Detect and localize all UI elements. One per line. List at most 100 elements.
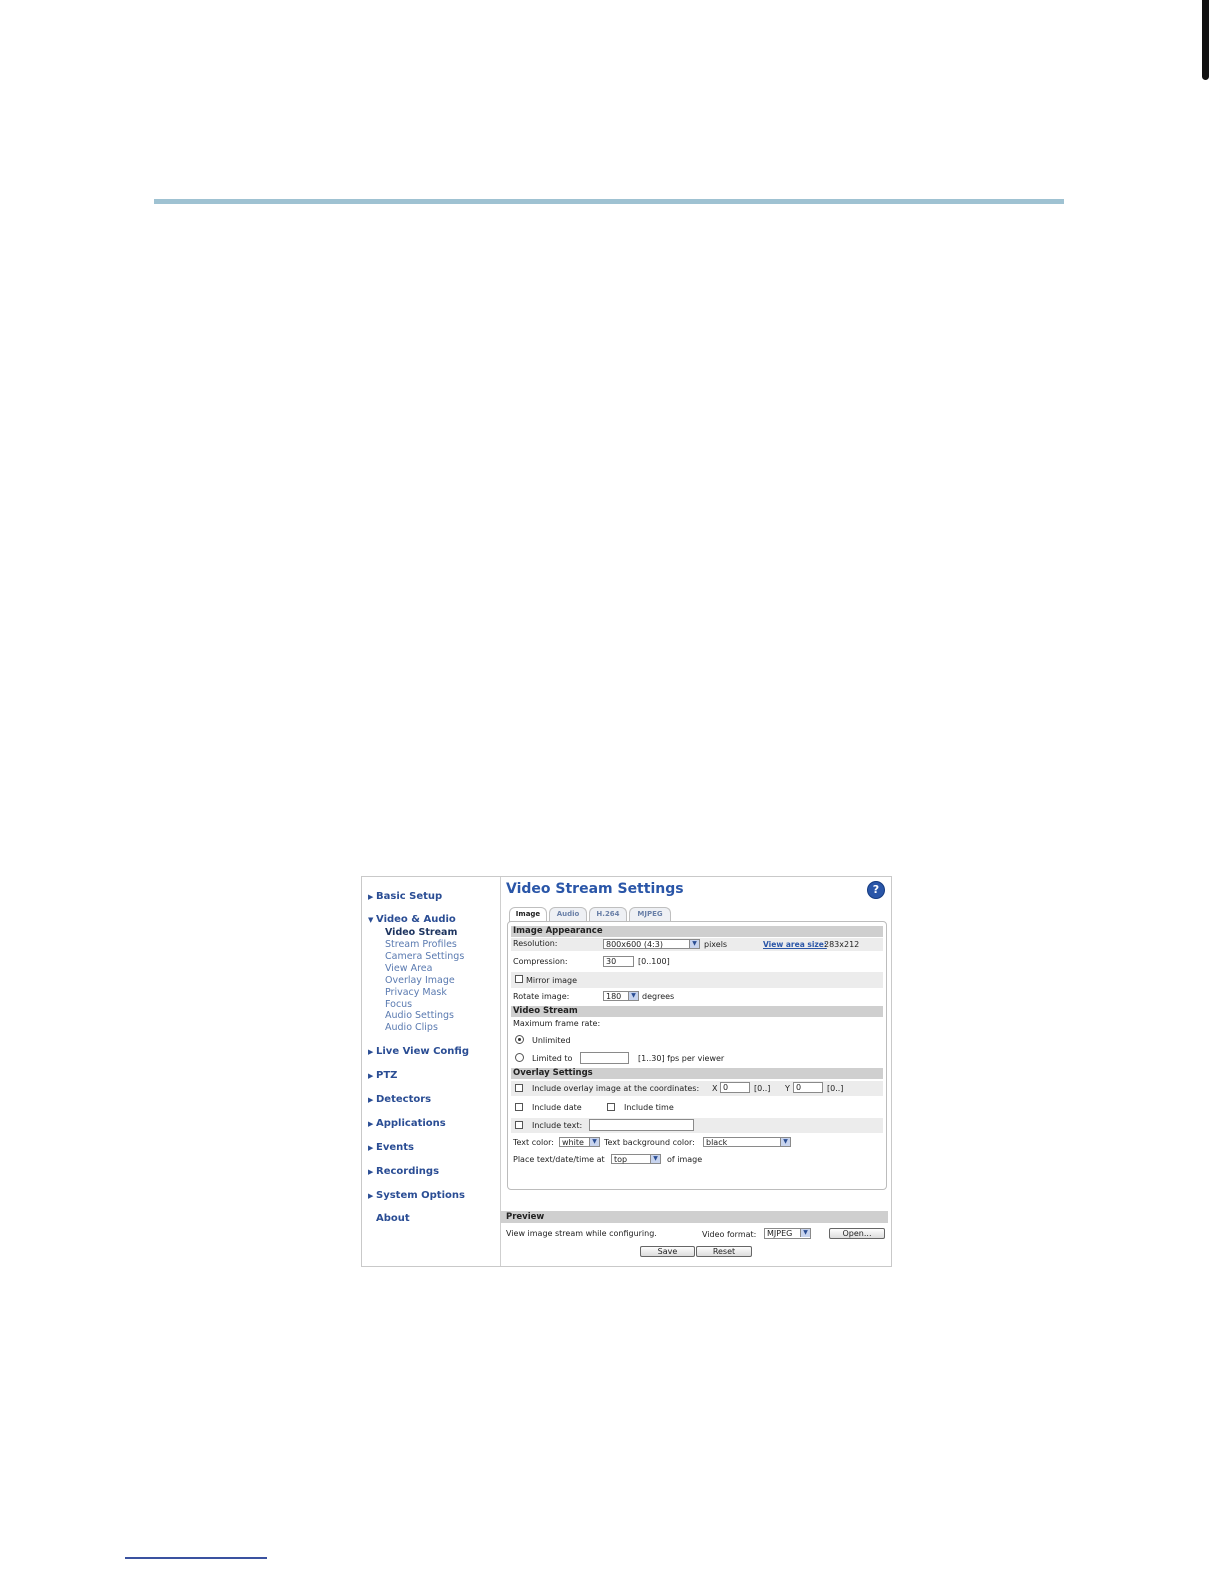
chevron-right-icon: ▶ (368, 1192, 374, 1200)
nav-sub-audio-settings[interactable]: Audio Settings (385, 1010, 454, 1021)
y-label: Y (785, 1084, 790, 1093)
nav-sub-stream-profiles[interactable]: Stream Profiles (385, 939, 457, 950)
text-bg-select[interactable]: black ▼ (703, 1137, 791, 1147)
sidebar: ▶ Basic Setup ▼ Video & Audio Video Stream… (362, 877, 501, 1266)
text-bg-value: black (706, 1138, 728, 1147)
rotate-row: Rotate image: 180 ▼ degrees (511, 990, 883, 1003)
chevron-right-icon: ▶ (368, 1120, 374, 1128)
mirror-row: Mirror image (511, 972, 883, 988)
screenshot-frame: ▶ Basic Setup ▼ Video & Audio Video Stream… (361, 876, 892, 1267)
limited-label: Limited to (532, 1054, 573, 1063)
x-range: [0..] (754, 1084, 771, 1093)
nav-label: PTZ (376, 1070, 398, 1081)
resolution-row: Resolution: 800x600 (4:3) ▼ pixels View a… (511, 938, 883, 951)
open-button[interactable]: Open... (829, 1228, 885, 1239)
y-input[interactable]: 0 (793, 1082, 823, 1093)
chevron-right-icon: ▶ (368, 1144, 374, 1152)
include-text-checkbox[interactable] (515, 1121, 523, 1129)
view-area-link[interactable]: View area size: (763, 939, 827, 950)
place-suffix: of image (667, 1155, 703, 1164)
place-row: Place text/date/time at top ▼ of image (511, 1153, 883, 1166)
header-rule (154, 199, 1064, 204)
rotate-label: Rotate image: (513, 992, 570, 1001)
tab-mjpeg[interactable]: MJPEG (629, 907, 671, 921)
limited-range: [1..30] fps per viewer (638, 1054, 725, 1063)
tab-audio[interactable]: Audio (549, 907, 587, 921)
nav-sub-camera-settings[interactable]: Camera Settings (385, 951, 464, 962)
section-video-stream: Video Stream (511, 1006, 883, 1017)
include-date-label: Include date (532, 1103, 582, 1112)
x-input[interactable]: 0 (720, 1082, 750, 1093)
tab-image[interactable]: Image (509, 907, 547, 922)
frame-rate-input[interactable] (580, 1052, 629, 1064)
unlimited-radio[interactable] (515, 1035, 524, 1044)
settings-panel: Image Appearance Resolution: 800x600 (4:… (507, 921, 887, 1190)
nav-system-options[interactable]: ▶ System Options (368, 1190, 465, 1201)
footnote-rule (125, 1557, 267, 1559)
chevron-down-icon: ▼ (589, 1138, 599, 1146)
chevron-right-icon: ▶ (368, 893, 374, 901)
chevron-down-icon: ▼ (780, 1138, 790, 1146)
nav-ptz[interactable]: ▶ PTZ (368, 1070, 397, 1081)
text-bg-label: Text background color: (604, 1138, 695, 1147)
include-time-label: Include time (624, 1103, 674, 1112)
main-content: Video Stream Settings ? Image Audio H.26… (501, 877, 891, 1266)
text-color-select[interactable]: white ▼ (559, 1137, 600, 1147)
unlimited-label: Unlimited (532, 1036, 571, 1045)
tab-h264[interactable]: H.264 (589, 907, 627, 921)
compression-input[interactable]: 30 (603, 956, 634, 967)
nav-applications[interactable]: ▶ Applications (368, 1118, 446, 1129)
resolution-select[interactable]: 800x600 (4:3) ▼ (603, 939, 700, 949)
chevron-down-icon: ▼ (689, 940, 699, 948)
nav-recordings[interactable]: ▶ Recordings (368, 1166, 439, 1177)
rotate-select[interactable]: 180 ▼ (603, 991, 639, 1001)
chevron-down-icon: ▼ (628, 992, 638, 1000)
include-text-row: Include text: (511, 1118, 883, 1133)
overlay-image-label: Include overlay image at the coordinates… (532, 1084, 700, 1093)
chevron-down-icon: ▼ (650, 1155, 660, 1163)
help-icon[interactable]: ? (867, 881, 885, 899)
save-button[interactable]: Save (640, 1246, 695, 1257)
video-format-select[interactable]: MJPEG ▼ (764, 1228, 811, 1239)
mirror-checkbox[interactable] (515, 975, 523, 983)
nav-events[interactable]: ▶ Events (368, 1142, 414, 1153)
reset-button[interactable]: Reset (696, 1246, 752, 1257)
nav-sub-video-stream[interactable]: Video Stream (385, 927, 457, 938)
unlimited-row: Unlimited (511, 1034, 883, 1047)
resolution-label: Resolution: (513, 939, 558, 948)
nav-label: About (376, 1213, 410, 1224)
y-range: [0..] (827, 1084, 844, 1093)
nav-detectors[interactable]: ▶ Detectors (368, 1094, 431, 1105)
section-preview: Preview (501, 1211, 888, 1223)
nav-label: Recordings (376, 1166, 440, 1177)
include-time-checkbox[interactable] (607, 1103, 615, 1111)
resolution-unit: pixels (704, 940, 728, 949)
include-text-label: Include text: (532, 1121, 583, 1130)
nav-label: Live View Config (376, 1046, 469, 1057)
nav-sub-overlay-image[interactable]: Overlay Image (385, 975, 455, 986)
x-label: X (712, 1084, 718, 1093)
video-format-value: MJPEG (767, 1229, 793, 1238)
nav-label: Events (376, 1142, 414, 1153)
page-title: Video Stream Settings (506, 881, 684, 897)
compression-label: Compression: (513, 957, 568, 966)
nav-sub-privacy-mask[interactable]: Privacy Mask (385, 987, 447, 998)
nav-label: System Options (376, 1190, 465, 1201)
nav-sub-audio-clips[interactable]: Audio Clips (385, 1022, 438, 1033)
preview-description: View image stream while configuring. (506, 1229, 657, 1238)
nav-sub-focus[interactable]: Focus (385, 999, 412, 1010)
limited-row: Limited to [1..30] fps per viewer (511, 1051, 883, 1065)
include-date-checkbox[interactable] (515, 1103, 523, 1111)
place-select[interactable]: top ▼ (611, 1154, 661, 1164)
nav-live-view-config[interactable]: ▶ Live View Config (368, 1046, 469, 1057)
view-area-value: 283x212 (824, 940, 860, 949)
chevron-right-icon: ▶ (368, 1072, 374, 1080)
nav-basic-setup[interactable]: ▶ Basic Setup (368, 891, 442, 902)
date-time-row: Include date Include time (511, 1100, 883, 1115)
limited-radio[interactable] (515, 1053, 524, 1062)
nav-sub-view-area[interactable]: View Area (385, 963, 432, 974)
nav-video-audio[interactable]: ▼ Video & Audio (368, 914, 456, 925)
overlay-text-input[interactable] (589, 1119, 694, 1131)
nav-about[interactable]: About (368, 1213, 410, 1224)
overlay-image-checkbox[interactable] (515, 1084, 523, 1092)
